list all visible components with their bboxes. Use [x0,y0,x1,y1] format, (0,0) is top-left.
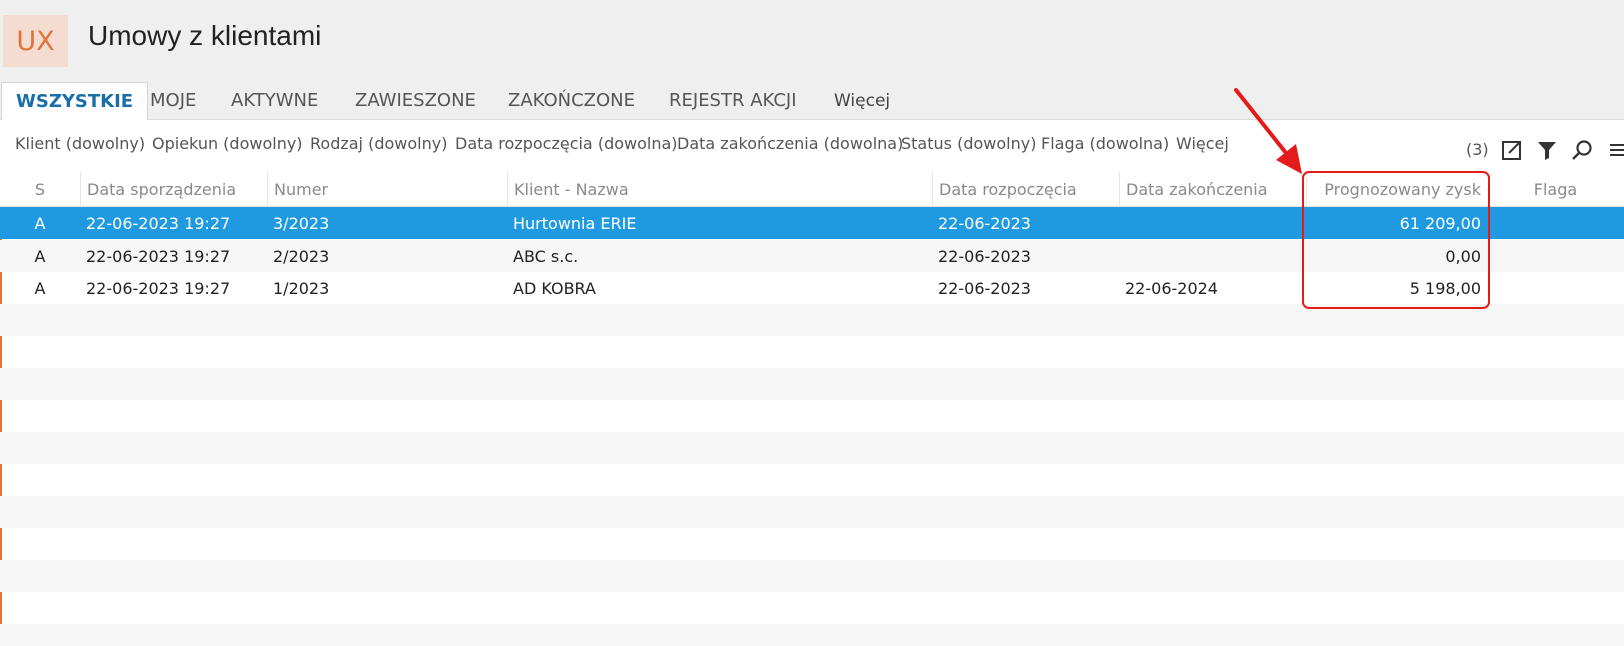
tab-zakonczone[interactable]: ZAKOŃCZONE [508,82,635,119]
expand-icon[interactable] [1500,138,1524,162]
tab-rejestr-akcji[interactable]: REJESTR AKCJI [669,82,797,119]
empty-row [0,336,1624,368]
tab-aktywne[interactable]: AKTYWNE [231,82,318,119]
cell-client: ABC s.c. [513,246,579,266]
cell-number: 1/2023 [273,278,330,298]
empty-row [0,432,1624,464]
tab-wszystkie[interactable]: WSZYSTKIE [1,82,149,120]
cell-date: 22-06-2023 19:27 [86,246,231,266]
cell-end-date: 22-06-2024 [1125,278,1218,298]
filter-icon[interactable] [1535,138,1559,162]
cell-start-date: 22-06-2023 [938,246,1031,266]
tab-moje[interactable]: MOJE [150,82,196,119]
cell-date: 22-06-2023 19:27 [86,278,231,298]
cell-profit: 61 209,00 [1399,213,1481,233]
cell-status: A [34,278,46,298]
empty-row [0,496,1624,528]
column-header-flaga[interactable]: Flaga [1487,172,1624,206]
filter-wiecej[interactable]: Więcej [1176,134,1229,153]
cell-date: 22-06-2023 19:27 [86,213,231,233]
tab-zawieszone[interactable]: ZAWIESZONE [355,82,476,119]
cell-flag [1487,272,1624,304]
cell-profit: 0,00 [1445,246,1481,266]
empty-row [0,400,1624,432]
filter-status[interactable]: Status (dowolny) [901,134,1036,153]
filter-rodzaj[interactable]: Rodzaj (dowolny) [310,134,447,153]
cell-client: Hurtownia ERIE [513,213,637,233]
app-header: UX Umowy z klientami [0,0,1624,82]
filter-flaga[interactable]: Flaga (dowolna) [1041,134,1169,153]
cell-end-date [1119,207,1306,239]
cell-profit: 5 198,00 [1409,278,1481,298]
cell-start-date: 22-06-2023 [938,213,1031,233]
empty-row [0,592,1624,624]
search-icon[interactable] [1570,138,1594,162]
menu-icon[interactable] [1608,138,1624,162]
cell-client: AD KOBRA [513,278,596,298]
column-header-data-sporzadzenia[interactable]: Data sporządzenia [80,172,267,206]
table-row[interactable]: A 22-06-2023 19:27 2/2023 ABC s.c. 22-06… [0,240,1624,272]
table-row[interactable]: A 22-06-2023 19:27 3/2023 Hurtownia ERIE… [0,207,1624,239]
cell-number: 2/2023 [273,246,330,266]
cell-start-date: 22-06-2023 [938,278,1031,298]
filter-opiekun[interactable]: Opiekun (dowolny) [152,134,303,153]
page-title: Umowy z klientami [88,20,322,51]
empty-row [0,528,1624,560]
cell-flag [1487,240,1624,272]
cell-status: A [34,213,46,233]
column-header-klient-nazwa[interactable]: Klient - Nazwa [507,172,932,206]
column-header-s[interactable]: S [0,172,80,206]
tab-wiecej[interactable]: Więcej [834,82,890,119]
empty-row [0,304,1624,336]
cell-status: A [34,246,46,266]
filter-data-zakonczenia[interactable]: Data zakończenia (dowolna) [677,134,903,153]
empty-row [0,368,1624,400]
record-count: (3) [1466,140,1489,159]
table-row[interactable]: A 22-06-2023 19:27 1/2023 AD KOBRA 22-06… [0,272,1624,304]
empty-row [0,624,1624,646]
cell-number: 3/2023 [273,213,330,233]
column-header-data-zakonczenia[interactable]: Data zakończenia [1119,172,1306,206]
app-logo: UX [3,15,68,67]
empty-row [0,464,1624,496]
filter-bar: Klient (dowolny) Opiekun (dowolny) Rodza… [0,120,1624,172]
cell-flag [1487,207,1624,239]
filter-data-rozpoczecia[interactable]: Data rozpoczęcia (dowolna) [455,134,678,153]
tab-bar: WSZYSTKIE MOJE AKTYWNE ZAWIESZONE ZAKOŃC… [0,82,1624,120]
column-header-numer[interactable]: Numer [267,172,507,206]
filter-klient[interactable]: Klient (dowolny) [15,134,145,153]
empty-row [0,560,1624,592]
column-header-data-rozpoczecia[interactable]: Data rozpoczęcia [932,172,1119,206]
column-header-prognozowany-zysk[interactable]: Prognozowany zysk [1306,172,1487,206]
table-header: S Data sporządzenia Numer Klient - Nazwa… [0,172,1624,207]
cell-end-date [1119,240,1306,272]
